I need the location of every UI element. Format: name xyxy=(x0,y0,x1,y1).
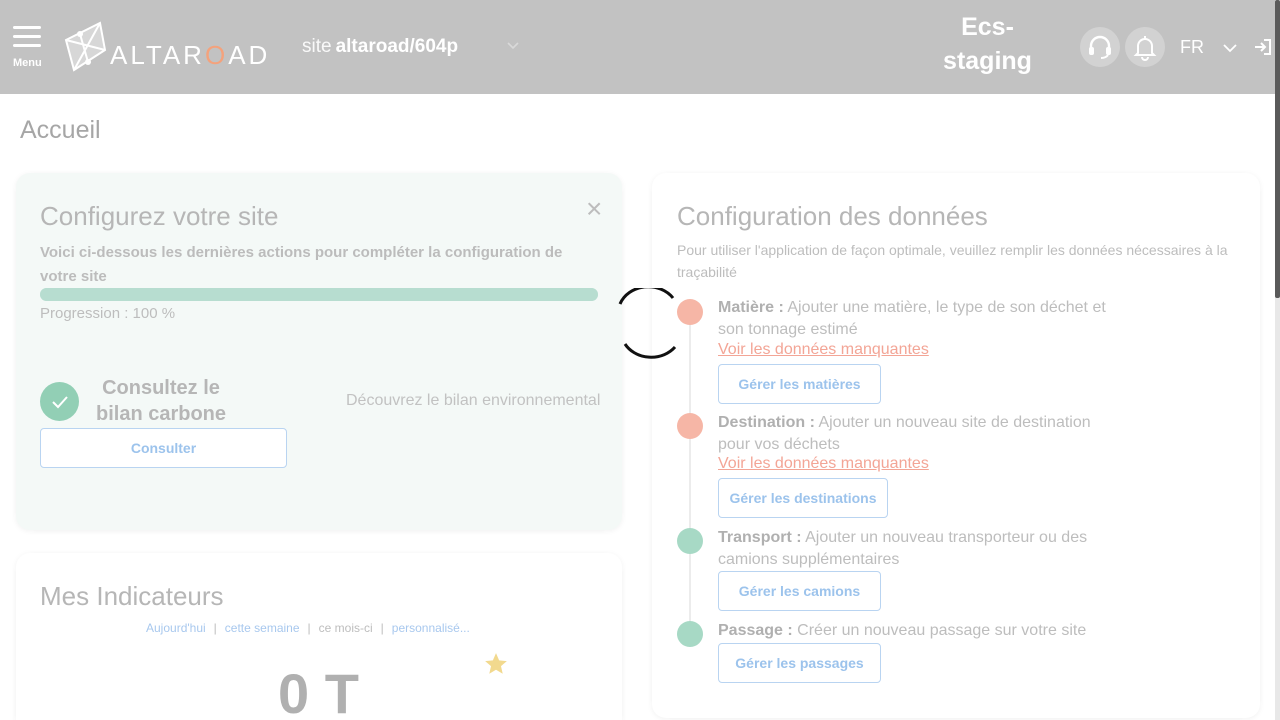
page-title: Accueil xyxy=(20,116,101,144)
chevron-down-icon[interactable] xyxy=(505,38,521,54)
menu-button[interactable]: Menu xyxy=(10,22,44,72)
card-title: Mes Indicateurs xyxy=(40,581,224,611)
manage-trucks-button[interactable]: Gérer les camions xyxy=(718,571,881,611)
consult-button[interactable]: Consulter xyxy=(40,428,287,468)
logo-text: ALTAROAD xyxy=(110,40,271,70)
site-name: altaroad/604p xyxy=(335,36,459,57)
period-week[interactable]: cette semaine xyxy=(225,621,300,635)
bell-icon xyxy=(1133,36,1157,61)
chevron-down-icon[interactable] xyxy=(1222,40,1238,56)
logo-mark-icon xyxy=(64,21,107,72)
card-title: Configuration des données xyxy=(677,201,988,231)
loading-spinner-icon xyxy=(618,288,677,359)
progress-bar xyxy=(40,288,598,301)
site-selector[interactable]: site altaroad/604p xyxy=(302,36,458,58)
scrollbar-thumb[interactable] xyxy=(1275,0,1280,298)
period-filter: Aujourd'hui | cette semaine | ce mois-ci | per… xyxy=(146,621,470,635)
steps-timeline xyxy=(689,303,691,633)
headset-icon xyxy=(1089,35,1111,59)
data-configuration-card: Configuration des données Pour utiliser … xyxy=(652,173,1260,718)
configure-site-card: Configurez votre site × Voici ci-dessous… xyxy=(16,173,622,530)
language-selector[interactable]: FR xyxy=(1180,37,1204,58)
step-destination: Destination : Ajouter un nouveau site de… xyxy=(718,414,1091,453)
support-button[interactable] xyxy=(1080,27,1120,67)
bilan-title: Consultez le bilan carbone xyxy=(95,377,227,425)
menu-icon xyxy=(13,26,41,29)
card-description: Voici ci-dessous les dernières actions p… xyxy=(40,244,563,285)
step-passage: Passage : Créer un nouveau passage sur v… xyxy=(718,622,1087,639)
completed-check-icon xyxy=(40,382,79,421)
environment-label: Ecs- staging xyxy=(943,13,1032,75)
manage-materials-button[interactable]: Gérer les matières xyxy=(718,364,881,404)
bilan-description: Découvrez le bilan environnemental xyxy=(346,392,601,409)
manage-destinations-button[interactable]: Gérer les destinations xyxy=(718,478,888,518)
card-title: Configurez votre site xyxy=(40,201,279,231)
star-icon[interactable] xyxy=(483,651,509,677)
card-description: Pour utiliser l'application de façon opt… xyxy=(677,242,1228,280)
missing-data-link[interactable]: Voir les données manquantes xyxy=(718,341,929,359)
manage-passages-button[interactable]: Gérer les passages xyxy=(718,643,881,683)
logout-icon[interactable] xyxy=(1253,38,1273,56)
step-transport: Transport : Ajouter un nouveau transport… xyxy=(718,529,1088,568)
step-status-complete-icon xyxy=(677,621,703,647)
top-header: Menu ALTAROAD site altaroad/604p Ecs- sta… xyxy=(0,0,1275,94)
progress-fill xyxy=(40,288,598,301)
site-prefix: site xyxy=(302,36,332,57)
indicator-value: 0 T xyxy=(278,662,359,720)
page-scrollbar[interactable] xyxy=(1275,0,1280,720)
period-month[interactable]: ce mois-ci xyxy=(319,621,373,635)
period-today[interactable]: Aujourd'hui xyxy=(146,621,206,635)
step-status-incomplete-icon xyxy=(677,413,703,439)
step-status-complete-icon xyxy=(677,528,703,554)
close-icon[interactable]: × xyxy=(586,195,602,223)
altaroad-logo[interactable]: ALTAROAD xyxy=(60,20,280,75)
menu-label: Menu xyxy=(13,57,42,69)
notifications-button[interactable] xyxy=(1125,27,1165,67)
period-custom[interactable]: personnalisé... xyxy=(392,621,470,635)
progress-text: Progression : 100 % xyxy=(40,305,176,322)
step-materiere: Matière : Ajouter une matière, le type d… xyxy=(718,299,1106,338)
step-status-incomplete-icon xyxy=(677,299,703,325)
indicators-card: Mes Indicateurs Aujourd'hui | cette semain… xyxy=(16,553,622,720)
missing-data-link[interactable]: Voir les données manquantes xyxy=(718,455,929,473)
